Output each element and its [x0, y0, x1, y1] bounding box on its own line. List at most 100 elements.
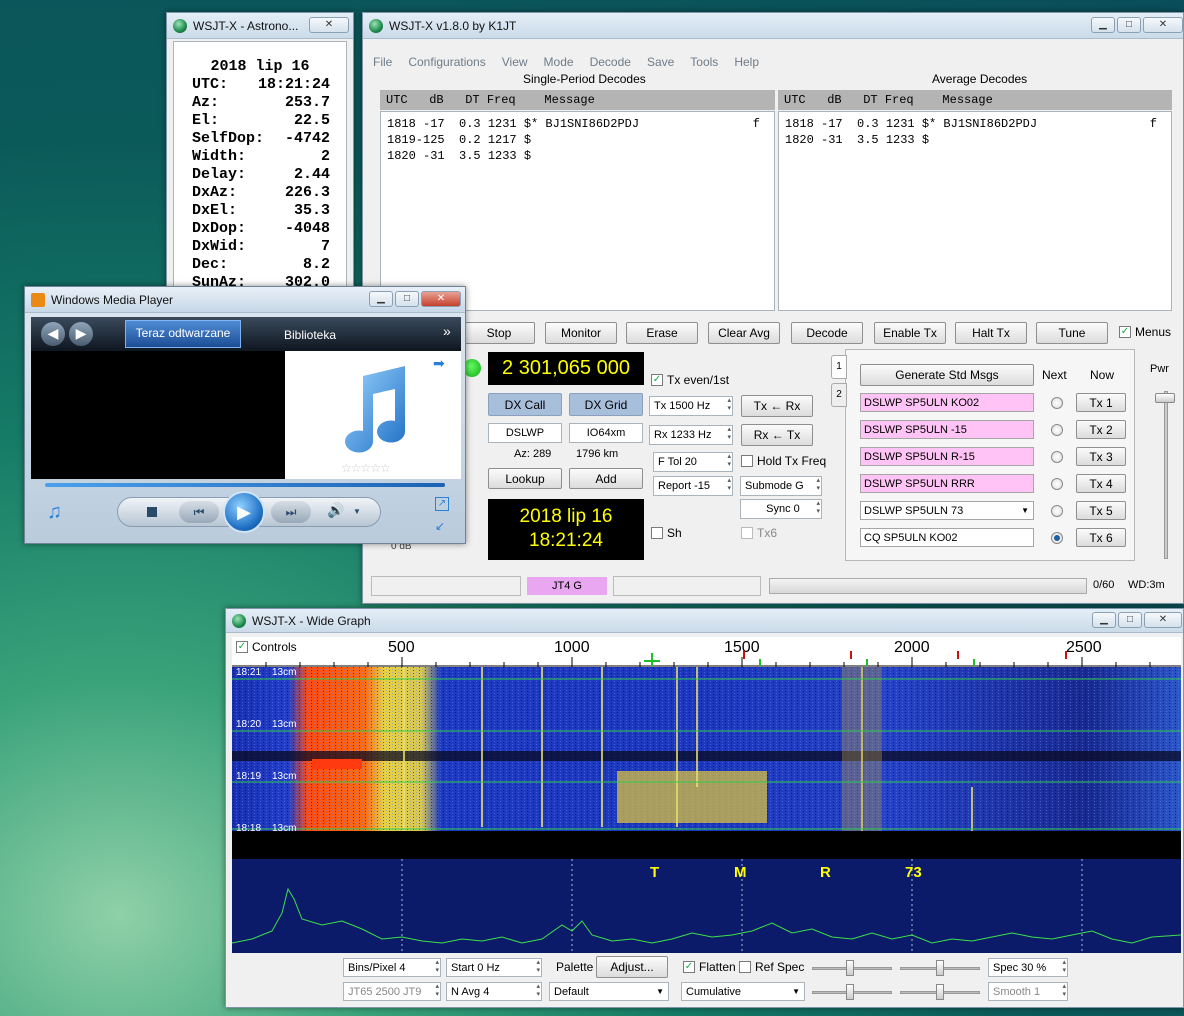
- tune-button[interactable]: Tune: [1036, 322, 1108, 344]
- rating-stars[interactable]: ☆☆☆☆☆: [341, 461, 391, 475]
- sync-spinbox[interactable]: Sync 0: [740, 499, 822, 519]
- ftol-spinbox[interactable]: F Tol 20: [653, 452, 733, 472]
- tx3-button[interactable]: Tx 3: [1076, 447, 1126, 466]
- pwr-slider-handle[interactable]: [1155, 393, 1175, 403]
- menu-view[interactable]: View: [502, 55, 528, 69]
- maximize-button[interactable]: □: [1117, 17, 1141, 33]
- rx-freq-spinbox[interactable]: Rx 1233 Hz: [649, 425, 733, 445]
- astro-close-button[interactable]: ✕: [309, 17, 349, 33]
- menu-tools[interactable]: Tools: [690, 55, 718, 69]
- adjust-button[interactable]: Adjust...: [596, 956, 668, 978]
- tx2-button[interactable]: Tx 2: [1076, 420, 1126, 439]
- switch-arrow-icon[interactable]: ➡: [433, 355, 445, 372]
- zero-slider-handle[interactable]: [936, 960, 944, 976]
- add-button[interactable]: Add: [569, 468, 643, 489]
- decode-row[interactable]: 1818 -17 0.3 1231 $* BJ1SNI86D2PDJ f: [387, 116, 768, 132]
- tx3-message[interactable]: DSLWP SP5ULN R-15: [860, 447, 1034, 466]
- erase-button[interactable]: Erase: [626, 322, 698, 344]
- tab-library[interactable]: Biblioteka: [255, 320, 365, 348]
- tx6-button[interactable]: Tx 6: [1076, 528, 1126, 547]
- generate-std-msgs-button[interactable]: Generate Std Msgs: [860, 364, 1034, 386]
- switch-to-compact-icon[interactable]: ↗: [435, 497, 449, 511]
- dx-grid-button[interactable]: DX Grid: [569, 393, 643, 416]
- flatten-checkbox[interactable]: ✓ Flatten: [683, 960, 736, 974]
- tab-1[interactable]: 1: [831, 355, 847, 379]
- tx4-next-radio[interactable]: [1051, 478, 1063, 490]
- tx5-button[interactable]: Tx 5: [1076, 501, 1126, 520]
- seek-bar[interactable]: [45, 483, 445, 487]
- wmp-close-button[interactable]: ✕: [421, 291, 461, 307]
- play-button[interactable]: ▶: [223, 491, 265, 533]
- restore-icon[interactable]: ↙: [435, 519, 445, 533]
- tx-from-rx-button[interactable]: Tx ← Rx: [741, 395, 813, 417]
- decode-row[interactable]: 1820 -31 3.5 1233 $: [387, 148, 768, 164]
- stop-icon[interactable]: [147, 507, 157, 517]
- zero2-slider-handle[interactable]: [936, 984, 944, 1000]
- enable-tx-button[interactable]: Enable Tx: [874, 322, 946, 344]
- tx3-next-radio[interactable]: [1051, 451, 1063, 463]
- tx1-button[interactable]: Tx 1: [1076, 393, 1126, 412]
- decode-row[interactable]: 1818 -17 0.3 1231 $* BJ1SNI86D2PDJ f: [785, 116, 1165, 132]
- previous-icon[interactable]: ⏮: [179, 501, 219, 523]
- tx2-message[interactable]: DSLWP SP5ULN -15: [860, 420, 1034, 439]
- rx-from-tx-button[interactable]: Rx ← Tx: [741, 424, 813, 446]
- tx6-next-radio[interactable]: [1051, 532, 1063, 544]
- dx-grid-input[interactable]: IO64xm: [569, 423, 643, 443]
- wide-maximize-button[interactable]: □: [1118, 612, 1142, 628]
- tab-2[interactable]: 2: [831, 383, 847, 407]
- tab-now-playing[interactable]: Teraz odtwarzane: [125, 320, 241, 348]
- palette-combo[interactable]: Default ▼: [549, 982, 669, 1001]
- menu-configurations[interactable]: Configurations: [408, 55, 485, 69]
- tx5-message-combo[interactable]: DSLWP SP5ULN 73 ▼: [860, 501, 1034, 520]
- tx2-next-radio[interactable]: [1051, 424, 1063, 436]
- menu-decode[interactable]: Decode: [590, 55, 631, 69]
- gain2-slider-handle[interactable]: [846, 984, 854, 1000]
- tx-even-checkbox[interactable]: ✓ Tx even/1st: [651, 373, 729, 387]
- tx1-message[interactable]: DSLWP SP5ULN KO02: [860, 393, 1034, 412]
- halt-tx-button[interactable]: Halt Tx: [955, 322, 1027, 344]
- tx5-next-radio[interactable]: [1051, 505, 1063, 517]
- pwr-slider-track[interactable]: [1164, 391, 1168, 559]
- sh-checkbox[interactable]: Sh: [651, 526, 682, 540]
- back-arrow-icon[interactable]: ◀: [41, 322, 65, 346]
- menu-mode[interactable]: Mode: [544, 55, 574, 69]
- dx-call-input[interactable]: DSLWP: [488, 423, 562, 443]
- volume-dropdown-icon[interactable]: ▼: [353, 507, 361, 516]
- tx1-next-radio[interactable]: [1051, 397, 1063, 409]
- single-decode-list[interactable]: 1818 -17 0.3 1231 $* BJ1SNI86D2PDJ f 1819…: [380, 111, 775, 311]
- clear-avg-button[interactable]: Clear Avg: [708, 322, 780, 344]
- average-decode-list[interactable]: 1818 -17 0.3 1231 $* BJ1SNI86D2PDJ f 1820…: [778, 111, 1172, 311]
- close-button[interactable]: ✕: [1143, 17, 1183, 33]
- decode-button[interactable]: Decode: [791, 322, 863, 344]
- waterfall-display[interactable]: [232, 667, 1181, 831]
- menu-help[interactable]: Help: [734, 55, 759, 69]
- menus-checkbox[interactable]: ✓ Menus: [1119, 325, 1171, 339]
- tx4-button[interactable]: Tx 4: [1076, 474, 1126, 493]
- report-spinbox[interactable]: Report -15: [653, 476, 733, 496]
- volume-icon[interactable]: 🔊: [327, 502, 344, 519]
- tx4-message[interactable]: DSLWP SP5ULN RRR: [860, 474, 1034, 493]
- tx6-message[interactable]: CQ SP5ULN KO02: [860, 528, 1034, 547]
- wide-minimize-button[interactable]: ▁: [1092, 612, 1116, 628]
- wmp-maximize-button[interactable]: □: [395, 291, 419, 307]
- spectrum-type-combo[interactable]: Cumulative ▼: [681, 982, 805, 1001]
- submode-spinbox[interactable]: Submode G: [740, 476, 822, 496]
- start-freq-spinbox[interactable]: Start 0 Hz: [446, 958, 542, 977]
- bins-per-pixel-spinbox[interactable]: Bins/Pixel 4: [343, 958, 441, 977]
- ref-spec-checkbox[interactable]: Ref Spec: [739, 960, 804, 974]
- monitor-button[interactable]: Monitor: [545, 322, 617, 344]
- n-avg-spinbox[interactable]: N Avg 4: [446, 982, 542, 1001]
- menu-save[interactable]: Save: [647, 55, 674, 69]
- forward-arrow-icon[interactable]: ▶: [69, 322, 93, 346]
- more-icon[interactable]: »: [443, 323, 451, 339]
- tx-freq-spinbox[interactable]: Tx 1500 Hz: [649, 396, 733, 416]
- stop-button[interactable]: Stop: [463, 322, 535, 344]
- minimize-button[interactable]: ▁: [1091, 17, 1115, 33]
- wide-close-button[interactable]: ✕: [1144, 612, 1182, 628]
- wmp-minimize-button[interactable]: ▁: [369, 291, 393, 307]
- spec-percent-spinbox[interactable]: Spec 30 %: [988, 958, 1068, 977]
- hold-tx-freq-checkbox[interactable]: Hold Tx Freq: [741, 454, 826, 468]
- menu-file[interactable]: File: [373, 55, 392, 69]
- gain-slider-handle[interactable]: [846, 960, 854, 976]
- dx-call-button[interactable]: DX Call: [488, 393, 562, 416]
